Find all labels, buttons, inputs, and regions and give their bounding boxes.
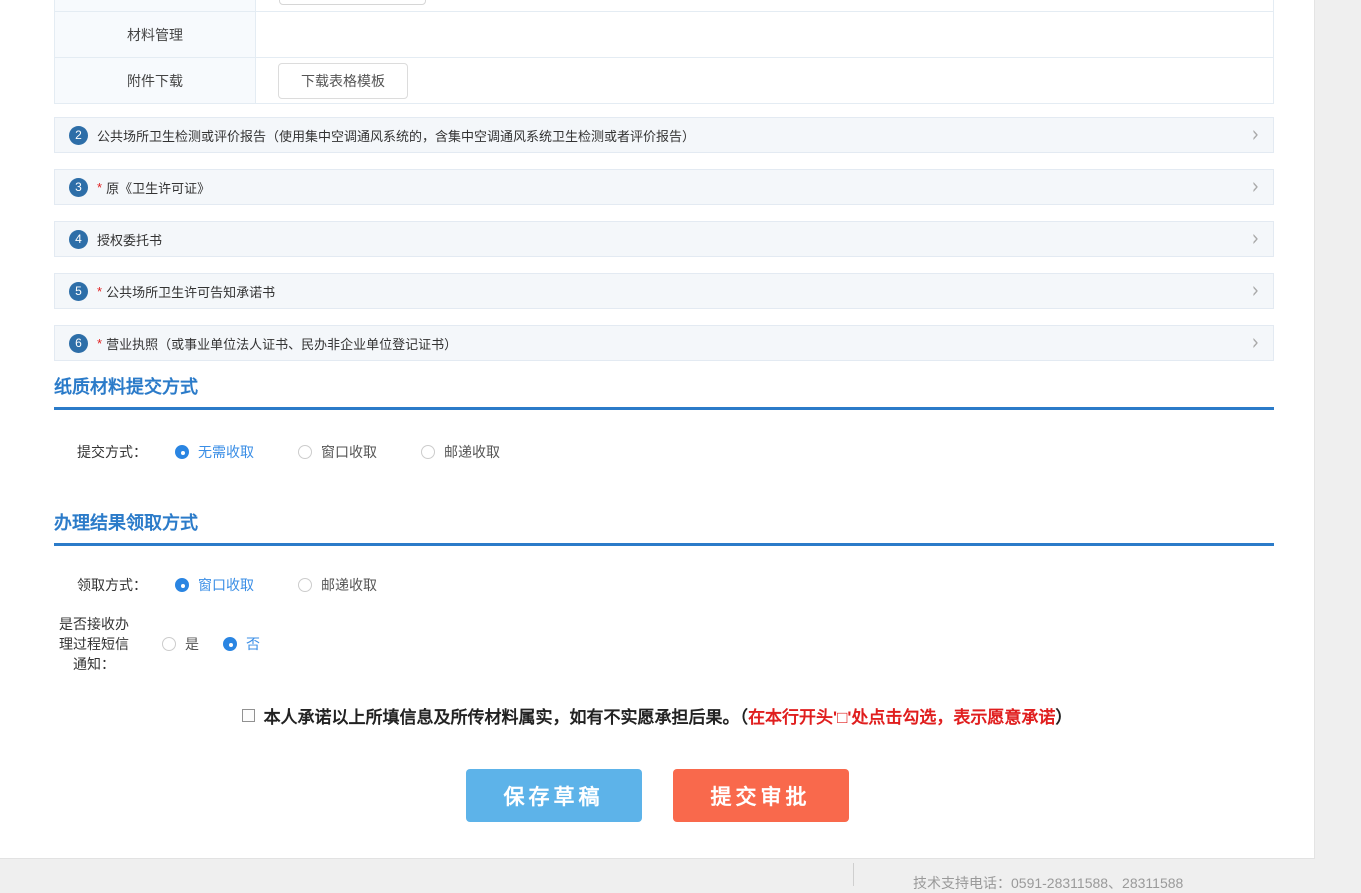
item-number-badge: 4 [69, 230, 88, 249]
required-mark: * [97, 284, 102, 299]
section-result-collection: 办理结果领取方式 [54, 511, 1274, 546]
submit-approval-button[interactable]: 提交审批 [673, 769, 849, 822]
action-buttons: 保存草稿 提交审批 [0, 769, 1314, 822]
save-draft-button[interactable]: 保存草稿 [466, 769, 642, 822]
sms-notify-row: 是否接收办理过程短信通知： 是 否 [54, 614, 1314, 674]
attachment-title: 原《卫生许可证》 [106, 178, 210, 197]
radio-button-icon [223, 637, 237, 651]
table-row: 材料管理 [55, 11, 1273, 57]
commitment-hint-red: 在本行开头'□'处点击勾选，表示愿意承诺 [748, 703, 1055, 728]
support-phone-text: 技术支持电话：0591-28311588、28311588 [913, 873, 1183, 893]
table-row: 附件下载 下载表格模板 [55, 57, 1273, 103]
commitment-text: 本人承诺以上所填信息及所传材料属实，如有不实愿承担后果。（ [264, 703, 749, 728]
submit-method-label: 提交方式： [54, 442, 147, 462]
sms-notify-label: 是否接收办理过程短信通知： [46, 614, 134, 674]
receive-method-row: 领取方式： 窗口收取 邮递收取 [54, 570, 1314, 600]
attachment-item-5[interactable]: 5 * 公共场所卫生许可告知承诺书 › [54, 273, 1274, 309]
radio-button-icon [421, 445, 435, 459]
table-row-label [55, 0, 256, 11]
material-manage-label: 材料管理 [55, 12, 256, 57]
footer-divider [853, 863, 854, 886]
form-content-panel: 材料管理 附件下载 下载表格模板 2 公共场所卫生检测或评价报告（使用集中空调通… [0, 0, 1315, 859]
attachment-item-2[interactable]: 2 公共场所卫生检测或评价报告（使用集中空调通风系统的，含集中空调通风系统卫生检… [54, 117, 1274, 153]
section-title: 纸质材料提交方式 [54, 375, 1274, 399]
section-title: 办理结果领取方式 [54, 511, 1274, 535]
material-info-table: 材料管理 附件下载 下载表格模板 [54, 0, 1274, 104]
attachment-item-3[interactable]: 3 * 原《卫生许可证》 › [54, 169, 1274, 205]
item-number-badge: 5 [69, 282, 88, 301]
sms-notify-options: 是 否 [162, 634, 304, 654]
commitment-checkbox[interactable] [242, 709, 255, 722]
radio-mail-collection[interactable]: 邮递收取 [421, 442, 500, 462]
chevron-right-icon: › [1252, 280, 1259, 303]
section-paper-material: 纸质材料提交方式 [54, 375, 1274, 410]
commitment-row: 本人承诺以上所填信息及所传材料属实，如有不实愿承担后果。（在本行开头'□'处点击… [0, 703, 1314, 728]
attachment-title: 公共场所卫生检测或评价报告（使用集中空调通风系统的，含集中空调通风系统卫生检测或… [97, 126, 695, 145]
attachment-title: 授权委托书 [97, 230, 162, 249]
chevron-right-icon: › [1252, 332, 1259, 355]
attachment-title: 营业执照（或事业单位法人证书、民办非企业单位登记证书） [106, 334, 457, 353]
commitment-text-close: ） [1055, 703, 1072, 728]
chevron-right-icon: › [1252, 228, 1259, 251]
chevron-right-icon: › [1252, 176, 1259, 199]
attachment-list: 2 公共场所卫生检测或评价报告（使用集中空调通风系统的，含集中空调通风系统卫生检… [54, 117, 1274, 361]
attachment-download-label: 附件下载 [55, 58, 256, 103]
required-mark: * [97, 336, 102, 351]
radio-button-icon [175, 445, 189, 459]
submit-method-options: 无需收取 窗口收取 邮递收取 [175, 442, 544, 462]
attachment-item-6[interactable]: 6 * 营业执照（或事业单位法人证书、民办非企业单位登记证书） › [54, 325, 1274, 361]
radio-window-collection[interactable]: 窗口收取 [298, 442, 377, 462]
radio-button-icon [298, 445, 312, 459]
radio-sms-no[interactable]: 否 [223, 634, 260, 654]
download-template-button[interactable]: 下载表格模板 [278, 63, 408, 99]
radio-button-icon [298, 578, 312, 592]
radio-button-icon [162, 637, 176, 651]
item-number-badge: 2 [69, 126, 88, 145]
submit-method-row: 提交方式： 无需收取 窗口收取 邮递收取 [54, 437, 1314, 467]
radio-button-icon [175, 578, 189, 592]
attachment-title: 公共场所卫生许可告知承诺书 [106, 282, 275, 301]
item-number-badge: 3 [69, 178, 88, 197]
radio-no-collection[interactable]: 无需收取 [175, 442, 254, 462]
page-footer: 技术支持电话：0591-28311588、28311588 [0, 859, 1361, 886]
item-number-badge: 6 [69, 334, 88, 353]
attachment-item-4[interactable]: 4 授权委托书 › [54, 221, 1274, 257]
table-row [55, 0, 1273, 11]
radio-sms-yes[interactable]: 是 [162, 634, 199, 654]
radio-window-pickup[interactable]: 窗口收取 [175, 575, 254, 595]
chevron-right-icon: › [1252, 124, 1259, 147]
receive-method-options: 窗口收取 邮递收取 [175, 575, 421, 595]
radio-mail-pickup[interactable]: 邮递收取 [298, 575, 377, 595]
required-mark: * [97, 180, 102, 195]
receive-method-label: 领取方式： [54, 575, 147, 595]
truncated-input-field[interactable] [279, 0, 426, 5]
material-manage-value [256, 12, 1273, 57]
